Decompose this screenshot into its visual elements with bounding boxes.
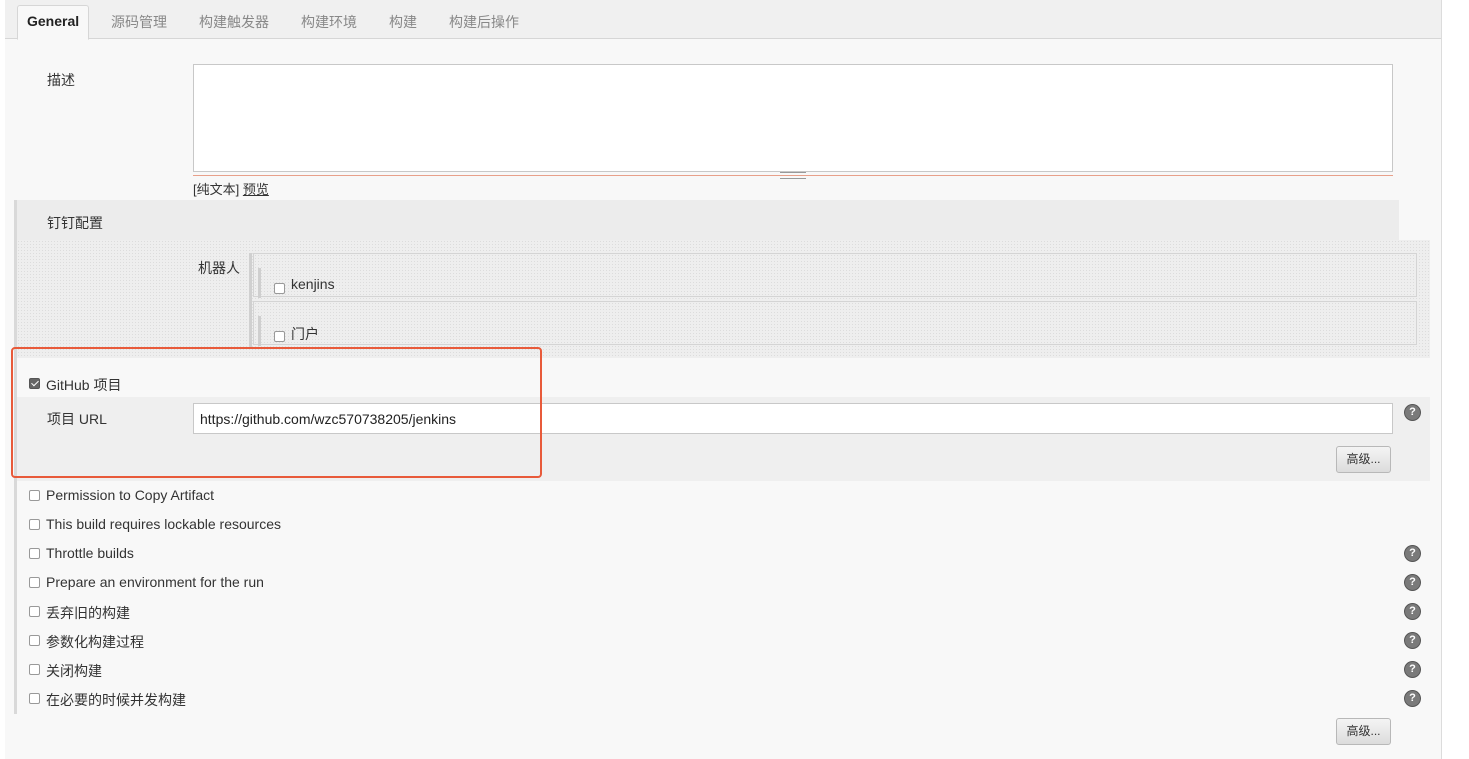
highlight-box <box>11 347 542 478</box>
resize-grip-icon[interactable] <box>780 172 806 179</box>
tab-build-environment[interactable]: 构建环境 <box>301 8 357 38</box>
general-advanced-button[interactable]: 高级... <box>1336 718 1391 745</box>
help-icon[interactable]: ? <box>1405 604 1420 619</box>
help-icon[interactable]: ? <box>1405 405 1420 420</box>
robot-item-bar <box>258 268 261 298</box>
description-textarea[interactable] <box>193 64 1393 172</box>
parameterized-build-label: 参数化构建过程 <box>46 634 144 650</box>
robot-item-kenjins: kenjins <box>253 253 1417 298</box>
lockable-resources-checkbox[interactable] <box>29 519 40 530</box>
robot-portal-checkbox[interactable] <box>274 331 285 342</box>
dingtalk-title: 钉钉配置 <box>47 215 103 231</box>
help-icon[interactable]: ? <box>1405 633 1420 648</box>
tab-build[interactable]: 构建 <box>389 8 417 38</box>
tab-post-build[interactable]: 构建后操作 <box>449 8 519 38</box>
discard-old-builds-label: 丢弃旧的构建 <box>46 605 130 621</box>
help-icon[interactable]: ? <box>1405 575 1420 590</box>
discard-old-builds-checkbox[interactable] <box>29 606 40 617</box>
disable-build-label: 关闭构建 <box>46 663 102 679</box>
throttle-builds-checkbox[interactable] <box>29 548 40 559</box>
throttle-builds-label: Throttle builds <box>46 545 134 561</box>
permission-copy-artifact-label: Permission to Copy Artifact <box>46 487 215 503</box>
help-icon[interactable]: ? <box>1405 662 1420 677</box>
permission-copy-artifact-checkbox[interactable] <box>29 490 40 501</box>
robot-kenjins-label: kenjins <box>291 276 335 292</box>
prepare-environment-checkbox[interactable] <box>29 577 40 588</box>
robot-label: 机器人 <box>198 260 240 276</box>
prepare-environment-label: Prepare an environment for the run <box>46 574 264 590</box>
format-plain-text: [纯文本] <box>193 182 240 197</box>
robot-kenjins-checkbox[interactable] <box>274 283 285 294</box>
disable-build-checkbox[interactable] <box>29 664 40 675</box>
lockable-resources-label: This build requires lockable resources <box>46 516 281 532</box>
help-icon[interactable]: ? <box>1405 691 1420 706</box>
tab-build-triggers[interactable]: 构建触发器 <box>199 8 269 38</box>
format-line: [纯文本] 预览 <box>193 179 269 198</box>
help-icon[interactable]: ? <box>1405 546 1420 561</box>
tab-bar: General 源码管理 构建触发器 构建环境 构建 构建后操作 <box>5 0 1441 40</box>
concurrent-builds-checkbox[interactable] <box>29 693 40 704</box>
robot-item-portal: 门户 <box>253 301 1417 346</box>
robot-list-bar <box>249 253 252 348</box>
tab-general[interactable]: General <box>17 5 90 40</box>
concurrent-builds-label: 在必要的时候并发构建 <box>46 692 186 708</box>
preview-link[interactable]: 预览 <box>243 182 269 197</box>
description-label: 描述 <box>47 72 75 88</box>
parameterized-build-checkbox[interactable] <box>29 635 40 646</box>
config-page: General 源码管理 构建触发器 构建环境 构建 构建后操作 描述 [纯文本… <box>5 0 1442 759</box>
robot-item-bar <box>258 316 261 346</box>
dingtalk-header-bg <box>17 200 1399 240</box>
robot-portal-label: 门户 <box>291 326 319 342</box>
tab-scm[interactable]: 源码管理 <box>111 8 167 38</box>
github-advanced-button[interactable]: 高级... <box>1336 446 1391 473</box>
